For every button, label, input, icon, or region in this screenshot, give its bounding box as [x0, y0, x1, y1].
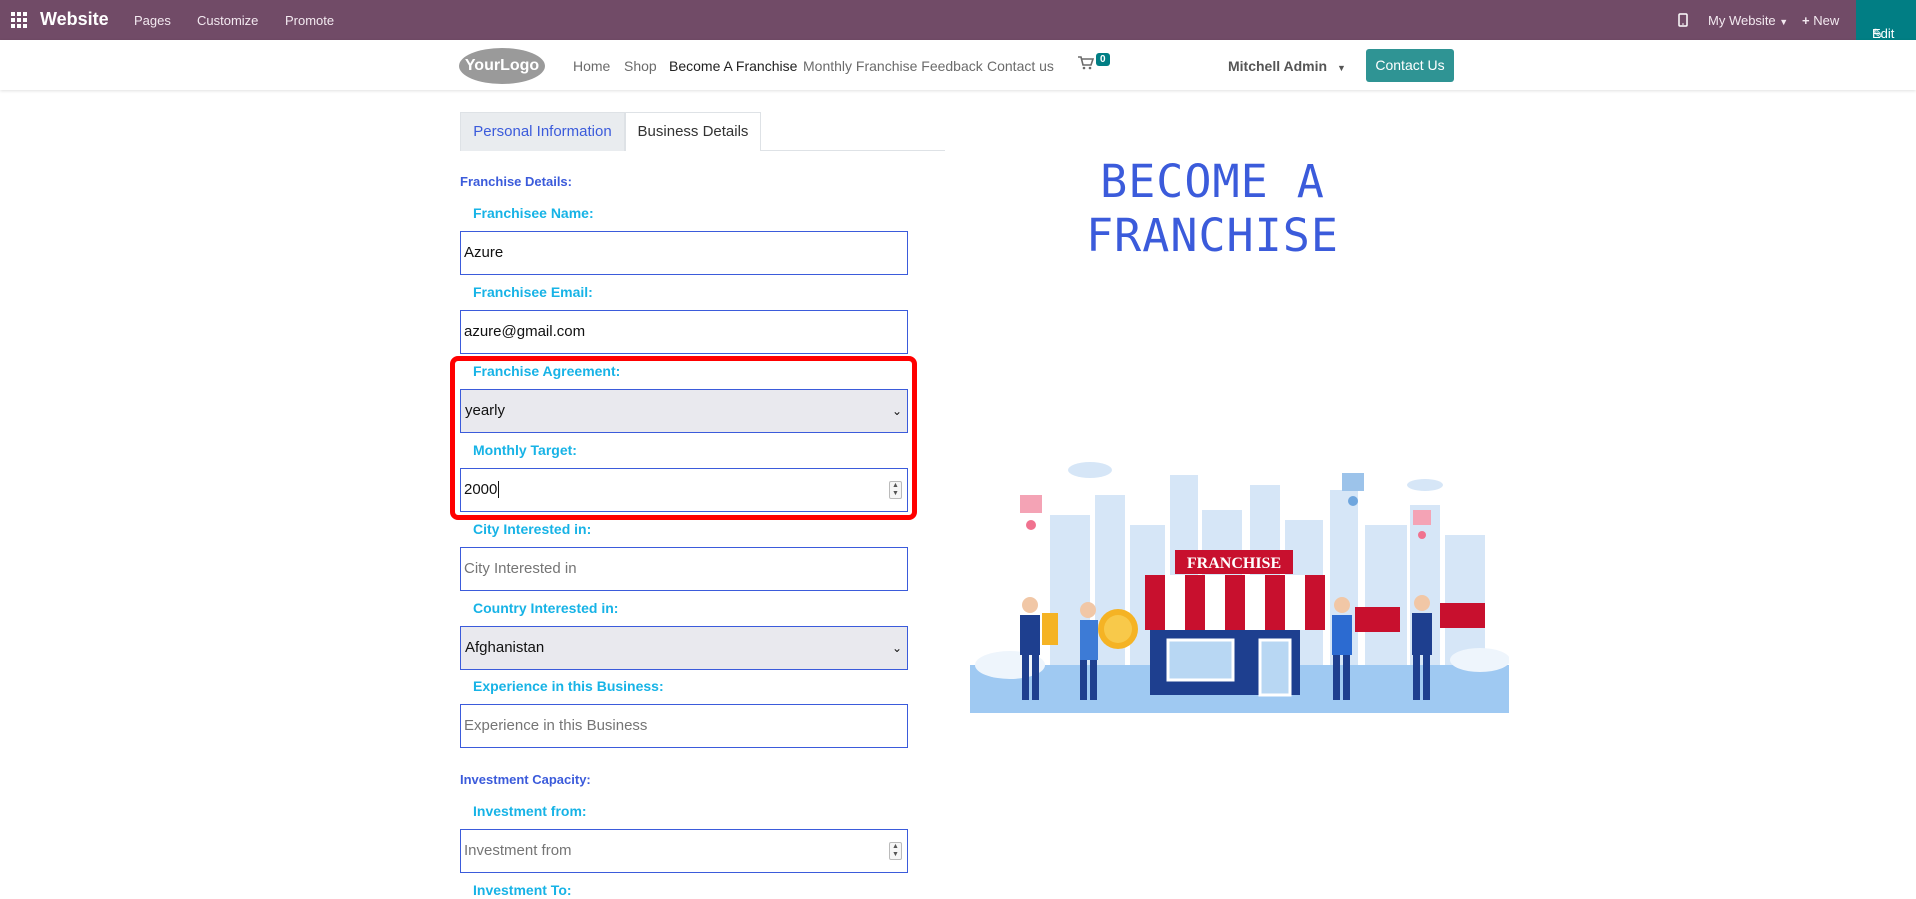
- menu-pages[interactable]: Pages: [134, 13, 171, 28]
- site-logo[interactable]: YourLogo: [459, 48, 545, 84]
- city-interested-input[interactable]: City Interested in: [460, 547, 908, 591]
- chevron-down-icon: ⌄: [891, 641, 902, 655]
- franchisee-email-input[interactable]: azure@gmail.com: [460, 310, 908, 354]
- mobile-preview-icon[interactable]: [1678, 13, 1688, 30]
- edit-button-label: Edit: [1872, 26, 1895, 41]
- admin-topbar: Website Pages Customize Promote My Websi…: [0, 0, 1916, 41]
- page-title-line-2: FRANCHISE: [1086, 209, 1339, 262]
- cart-count-badge: 0: [1096, 53, 1110, 66]
- country-interested-value: Afghanistan: [465, 639, 545, 656]
- tab-business-details[interactable]: Business Details: [625, 112, 761, 151]
- apps-grid-icon[interactable]: [11, 12, 27, 28]
- page-title: BECOME A FRANCHISE: [1030, 155, 1395, 263]
- experience-label: Experience in this Business:: [473, 678, 664, 694]
- plus-icon: +: [1802, 13, 1810, 28]
- investment-from-input[interactable]: Investment from ▲ ▼: [460, 829, 908, 873]
- form-tabs: Personal Information Business Details: [460, 112, 945, 151]
- menu-promote[interactable]: Promote: [285, 13, 334, 28]
- nav-contact-us[interactable]: Contact us: [987, 58, 1054, 74]
- nav-become-a-franchise[interactable]: Become A Franchise: [669, 58, 797, 74]
- app-brand[interactable]: Website: [40, 9, 109, 30]
- map-pin-icon: [1020, 495, 1042, 530]
- new-button[interactable]: + New: [1802, 13, 1839, 28]
- new-button-label: New: [1813, 13, 1840, 28]
- franchise-sign: FRANCHISE: [1187, 555, 1281, 572]
- number-spinner-icon[interactable]: ▲ ▼: [889, 842, 902, 860]
- tab-personal-information[interactable]: Personal Information: [460, 112, 625, 151]
- country-interested-label: Country Interested in:: [473, 600, 619, 616]
- country-interested-select[interactable]: Afghanistan ⌄: [460, 626, 908, 670]
- user-menu[interactable]: Mitchell Admin ▼: [1228, 58, 1346, 74]
- nav-monthly-franchise-feedback[interactable]: Monthly Franchise Feedback: [803, 58, 983, 74]
- franchise-details-heading: Franchise Details:: [460, 174, 572, 189]
- website-switcher-label: My Website: [1708, 13, 1776, 28]
- city-interested-label: City Interested in:: [473, 521, 592, 537]
- page-title-line-1: BECOME A: [1100, 155, 1325, 208]
- experience-input[interactable]: Experience in this Business: [460, 704, 908, 748]
- contact-us-button[interactable]: Contact Us: [1366, 49, 1454, 82]
- nav-home[interactable]: Home: [573, 58, 610, 74]
- highlight-box: [450, 356, 917, 520]
- user-name: Mitchell Admin: [1228, 58, 1328, 74]
- edit-button[interactable]: ✎ Edit: [1856, 0, 1916, 41]
- investment-from-placeholder: Investment from: [464, 842, 572, 859]
- caret-down-icon: ▼: [1336, 63, 1346, 73]
- franchisee-name-input[interactable]: Azure: [460, 231, 908, 275]
- nav-shop[interactable]: Shop: [624, 58, 657, 74]
- investment-from-label: Investment from:: [473, 803, 587, 819]
- cart-icon[interactable]: [1078, 56, 1095, 73]
- investment-to-label: Investment To:: [473, 882, 572, 898]
- franchisee-email-label: Franchisee Email:: [473, 284, 593, 300]
- investment-capacity-heading: Investment Capacity:: [460, 772, 591, 787]
- caret-down-icon: ▼: [1779, 17, 1789, 27]
- website-switcher[interactable]: My Website ▼: [1708, 13, 1788, 28]
- menu-customize[interactable]: Customize: [197, 13, 258, 28]
- franchise-illustration: FRANCHISE: [970, 462, 1509, 713]
- franchisee-name-label: Franchisee Name:: [473, 205, 594, 221]
